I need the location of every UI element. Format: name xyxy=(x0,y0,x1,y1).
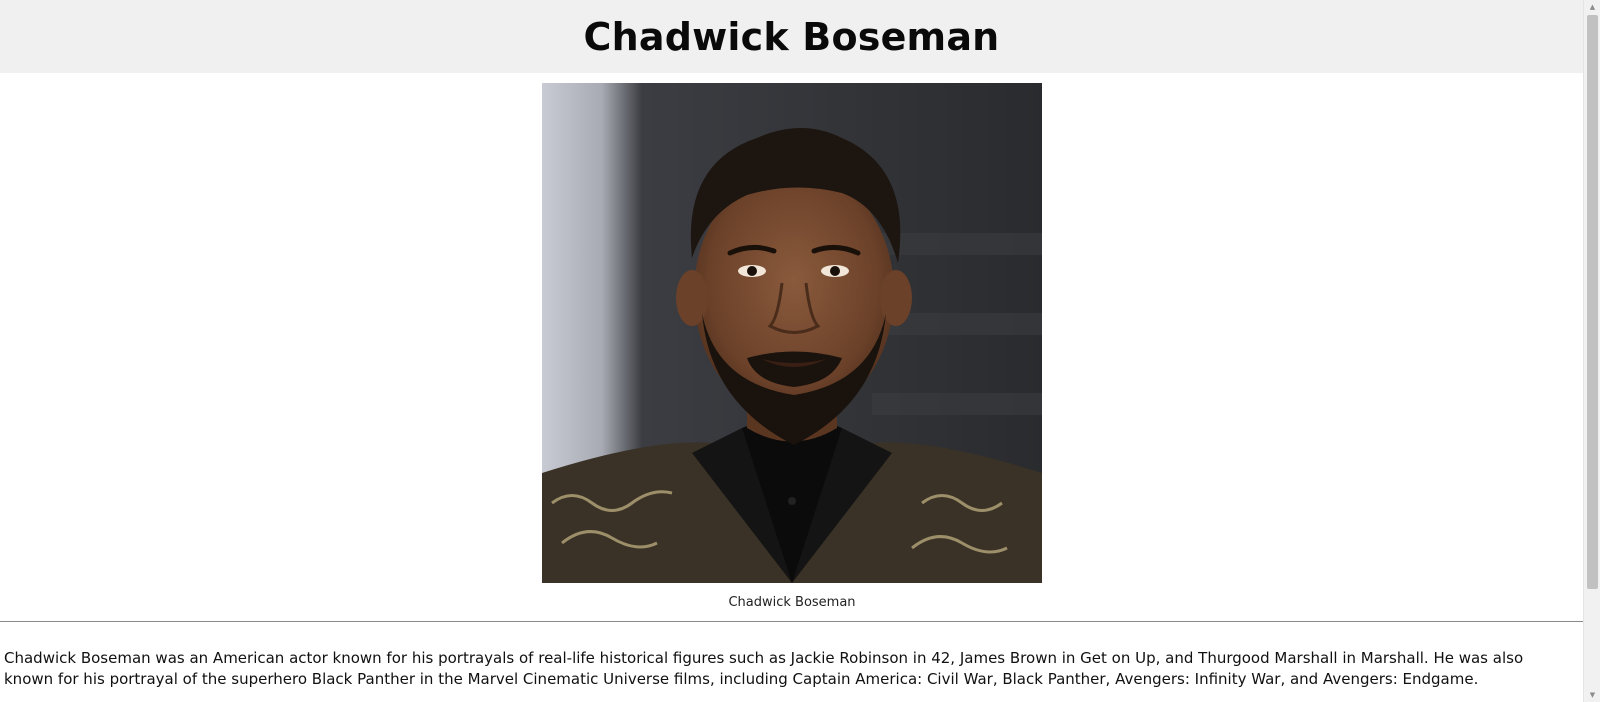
image-caption: Chadwick Boseman xyxy=(728,595,856,610)
vertical-scrollbar[interactable]: ▲ ▼ xyxy=(1583,0,1600,702)
arrow-up-icon[interactable]: ▲ xyxy=(1584,0,1600,14)
scrollbar-thumb[interactable] xyxy=(1587,15,1598,589)
section-divider xyxy=(0,621,1583,622)
page-title: Chadwick Boseman xyxy=(583,14,1000,59)
page-header: Chadwick Boseman xyxy=(0,0,1583,73)
bio-paragraph: Chadwick Boseman was an American actor k… xyxy=(4,649,1524,688)
portrait-figure: Chadwick Boseman xyxy=(542,83,1042,610)
arrow-down-icon[interactable]: ▼ xyxy=(1584,688,1600,702)
portrait-image xyxy=(542,83,1042,583)
page: Chadwick Boseman Chadwick Boseman Chadwi… xyxy=(0,0,1583,702)
